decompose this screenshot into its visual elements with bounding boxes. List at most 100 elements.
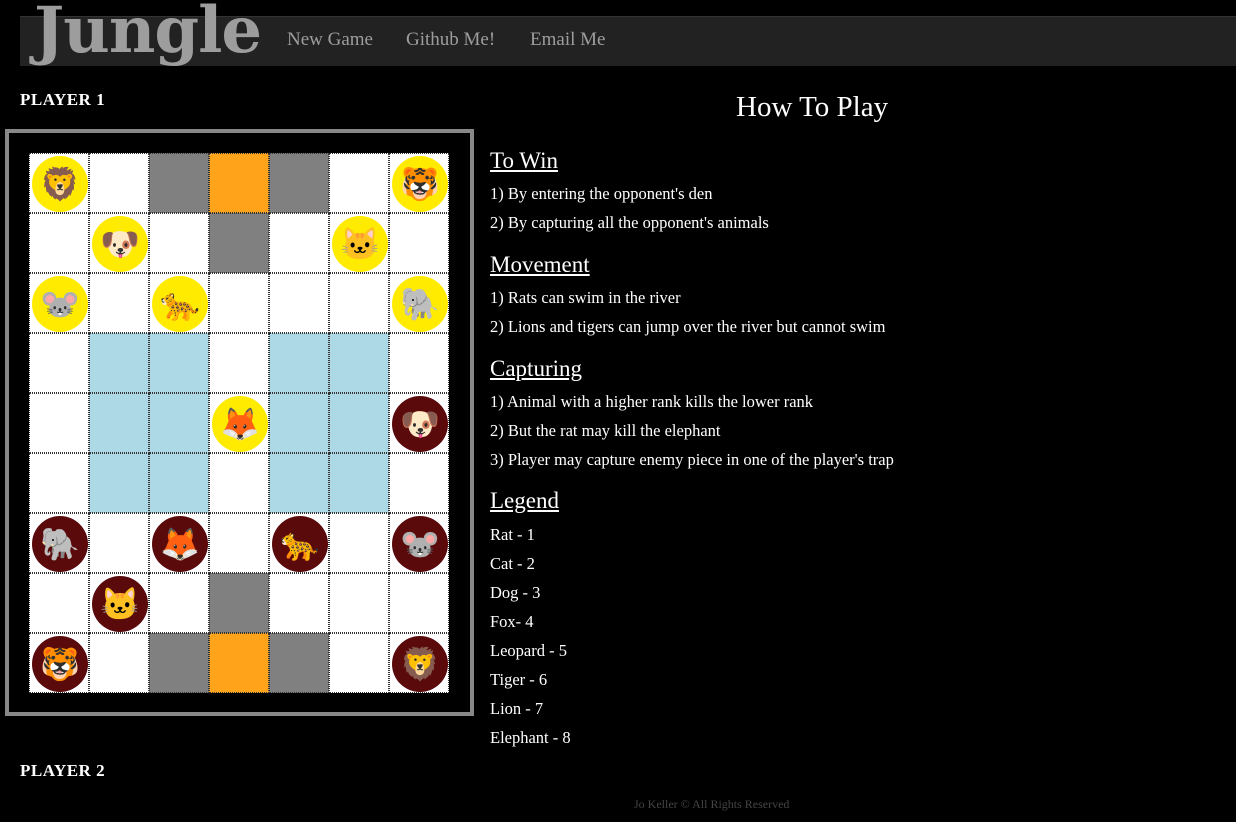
leopard-piece-player-2[interactable]: 🐆 [272, 516, 328, 572]
dog-piece-player-1[interactable]: 🐶 [92, 216, 148, 272]
board-cell-land[interactable] [29, 213, 89, 273]
nav-github[interactable]: Github Me! [406, 29, 495, 51]
board-cell-water[interactable] [89, 393, 149, 453]
board-cell-land[interactable]: 🐱 [329, 213, 389, 273]
board-cell-land[interactable] [209, 273, 269, 333]
cat-icon: 🐱 [100, 585, 140, 623]
board-cell-land[interactable]: 🐶 [89, 213, 149, 273]
board-cell-land[interactable]: 🐆 [269, 513, 329, 573]
board-cell-land[interactable] [389, 213, 449, 273]
section-to-win: To Win [490, 148, 558, 173]
board-cell-land[interactable]: 🐭 [29, 273, 89, 333]
board-cell-trap[interactable] [209, 213, 269, 273]
fox-piece-player-1[interactable]: 🦊 [212, 396, 268, 452]
board-cell-water[interactable] [329, 453, 389, 513]
board-cell-land[interactable] [89, 513, 149, 573]
board-cell-land[interactable] [29, 333, 89, 393]
board-cell-land[interactable] [389, 333, 449, 393]
board-cell-land[interactable] [29, 573, 89, 633]
board-cell-land[interactable] [389, 453, 449, 513]
board-cell-land[interactable] [89, 633, 149, 693]
board-cell-trap[interactable] [269, 633, 329, 693]
board-cell-land[interactable]: 🐱 [89, 573, 149, 633]
rule-capturing-3: 3) Player may capture enemy piece in one… [490, 450, 894, 469]
elephant-piece-player-2[interactable]: 🐘 [32, 516, 88, 572]
board-cell-water[interactable] [89, 333, 149, 393]
board-cell-land[interactable] [149, 213, 209, 273]
board-cell-water[interactable] [329, 393, 389, 453]
lion-piece-player-1[interactable]: 🦁 [32, 156, 88, 212]
tiger-piece-player-2[interactable]: 🐯 [32, 636, 88, 692]
leopard-icon: 🐆 [280, 525, 320, 563]
board-cell-land[interactable] [329, 573, 389, 633]
leopard-icon: 🐆 [160, 285, 200, 323]
fox-icon: 🦊 [220, 405, 260, 443]
board-cell-land[interactable]: 🐯 [389, 153, 449, 213]
board-cell-land[interactable] [89, 153, 149, 213]
board-cell-land[interactable]: 🐶 [389, 393, 449, 453]
nav-email[interactable]: Email Me [530, 29, 605, 51]
board-cell-water[interactable] [149, 393, 209, 453]
rule-win-1: 1) By entering the opponent's den [490, 184, 713, 203]
rat-piece-player-1[interactable]: 🐭 [32, 276, 88, 332]
legend-fox: Fox- 4 [490, 612, 534, 631]
board-cell-land[interactable] [149, 573, 209, 633]
lion-piece-player-2[interactable]: 🦁 [392, 636, 448, 692]
rule-movement-1: 1) Rats can swim in the river [490, 288, 681, 307]
board-cell-land[interactable] [29, 453, 89, 513]
board-cell-land[interactable] [269, 573, 329, 633]
board-cell-water[interactable] [149, 333, 209, 393]
board-cell-land[interactable] [269, 213, 329, 273]
board-cell-land[interactable]: 🐯 [29, 633, 89, 693]
board-cell-land[interactable]: 🐘 [389, 273, 449, 333]
board-cell-den[interactable] [209, 633, 269, 693]
dog-piece-player-2[interactable]: 🐶 [392, 396, 448, 452]
board-cell-land[interactable] [389, 573, 449, 633]
board-cell-land[interactable] [29, 393, 89, 453]
tiger-piece-player-1[interactable]: 🐯 [392, 156, 448, 212]
board-cell-land[interactable]: 🐆 [149, 273, 209, 333]
board-cell-land[interactable] [329, 513, 389, 573]
board-cell-land[interactable] [329, 633, 389, 693]
board-cell-trap[interactable] [149, 633, 209, 693]
board-cell-land[interactable] [89, 273, 149, 333]
rule-capturing-1: 1) Animal with a higher rank kills the l… [490, 392, 814, 411]
board-cell-land[interactable] [329, 153, 389, 213]
rat-piece-player-2[interactable]: 🐭 [392, 516, 448, 572]
board-cell-trap[interactable] [269, 153, 329, 213]
board-cell-water[interactable] [269, 453, 329, 513]
nav-new-game[interactable]: New Game [287, 29, 373, 51]
board-cell-water[interactable] [149, 453, 209, 513]
board-cell-land[interactable]: 🦁 [389, 633, 449, 693]
board-cell-land[interactable] [209, 453, 269, 513]
board-cell-land[interactable]: 🦊 [209, 393, 269, 453]
board-cell-land[interactable] [269, 273, 329, 333]
board-cell-land[interactable] [329, 273, 389, 333]
board-cell-water[interactable] [329, 333, 389, 393]
board-cell-water[interactable] [269, 393, 329, 453]
rat-icon: 🐭 [40, 285, 80, 323]
board-cell-land[interactable]: 🦊 [149, 513, 209, 573]
cat-piece-player-1[interactable]: 🐱 [332, 216, 388, 272]
fox-icon: 🦊 [160, 525, 200, 563]
board-cell-land[interactable] [209, 513, 269, 573]
leopard-piece-player-1[interactable]: 🐆 [152, 276, 208, 332]
board-cell-land[interactable] [209, 333, 269, 393]
board-cell-land[interactable]: 🐭 [389, 513, 449, 573]
board-cell-den[interactable] [209, 153, 269, 213]
player-1-label: PLAYER 1 [20, 90, 106, 109]
board-cell-trap[interactable] [209, 573, 269, 633]
legend-lion: Lion - 7 [490, 699, 544, 718]
cat-piece-player-2[interactable]: 🐱 [92, 576, 148, 632]
board-cell-water[interactable] [269, 333, 329, 393]
legend-tiger: Tiger - 6 [490, 670, 548, 689]
board-cell-land[interactable]: 🦁 [29, 153, 89, 213]
elephant-icon: 🐘 [400, 285, 440, 323]
footer: Jo Keller © All Rights Reserved [634, 797, 790, 811]
elephant-piece-player-1[interactable]: 🐘 [392, 276, 448, 332]
board-cell-water[interactable] [89, 453, 149, 513]
board-cell-land[interactable]: 🐘 [29, 513, 89, 573]
fox-piece-player-2[interactable]: 🦊 [152, 516, 208, 572]
brand-logo[interactable]: Jungle [34, 0, 262, 63]
board-cell-trap[interactable] [149, 153, 209, 213]
